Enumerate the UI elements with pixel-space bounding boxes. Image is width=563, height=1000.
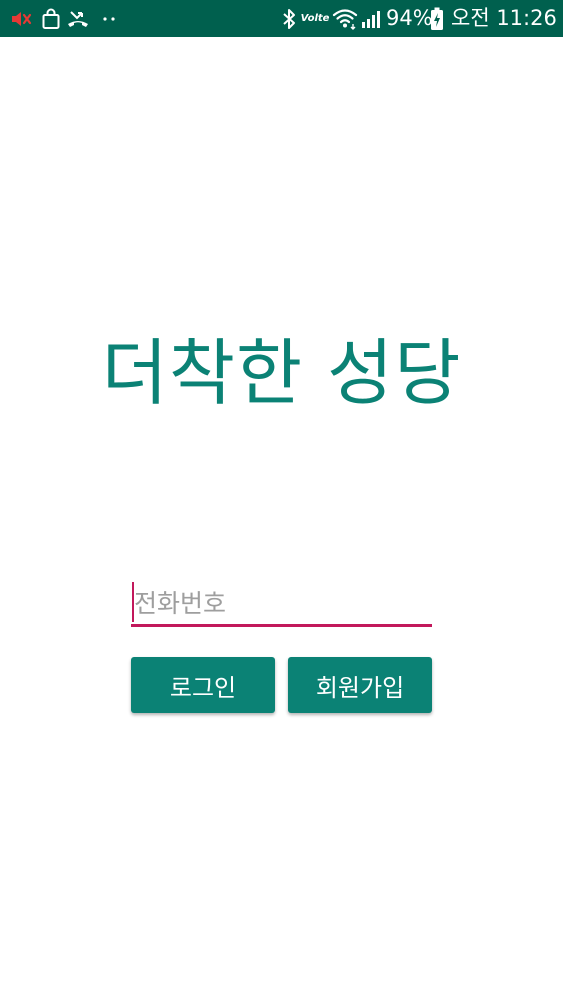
- app-title: 더착한 성당: [101, 331, 462, 415]
- signal-icon: [360, 0, 382, 37]
- phone-number-input[interactable]: [131, 580, 432, 626]
- signup-button[interactable]: 회원가입: [288, 657, 432, 713]
- status-bar: Volte 94% 오전 11:26: [0, 0, 563, 37]
- missed-call-icon: [67, 0, 89, 37]
- input-underline: [131, 624, 432, 627]
- volume-mute-icon: [10, 0, 34, 37]
- volte-label: Volte: [300, 13, 330, 24]
- login-button[interactable]: 로그인: [131, 657, 275, 713]
- phone-field[interactable]: [131, 580, 432, 630]
- wifi-icon: [332, 0, 358, 37]
- volte-icon: Volte: [300, 0, 330, 37]
- bluetooth-icon: [280, 0, 298, 37]
- battery-charging-icon: [429, 0, 445, 37]
- clock: 오전 11:26: [451, 6, 557, 30]
- text-cursor: [132, 582, 134, 622]
- battery-percent: 94%: [386, 6, 433, 30]
- more-dots-icon: [99, 0, 119, 37]
- shopping-bag-icon: [40, 0, 62, 37]
